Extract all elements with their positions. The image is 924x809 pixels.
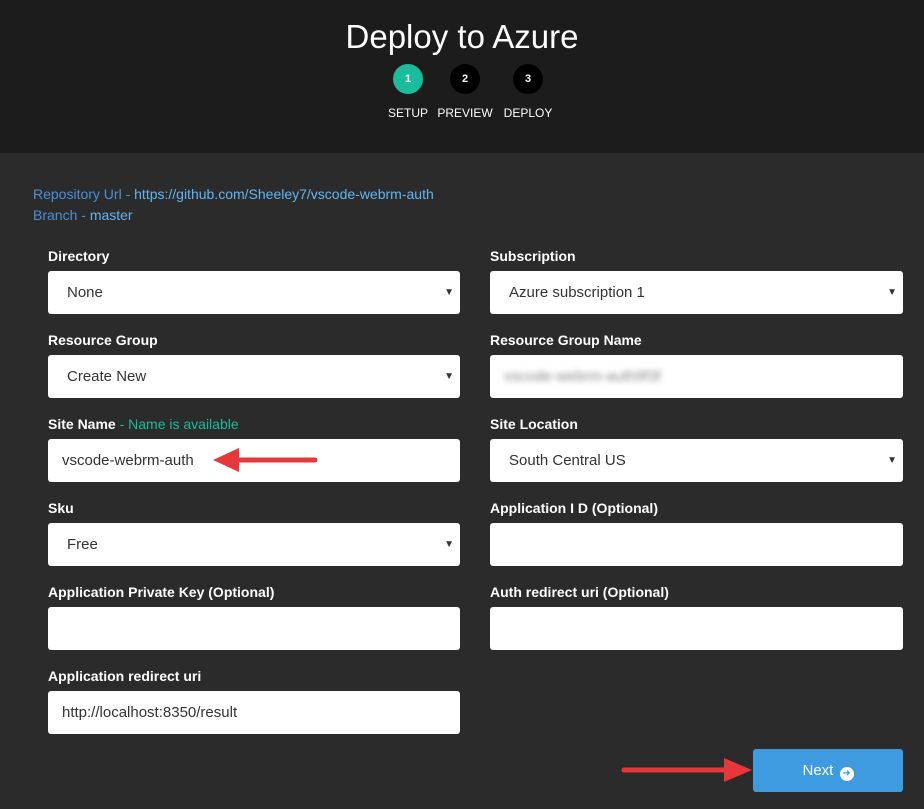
subscription-select[interactable]: Azure subscription 1 ▼ [490, 271, 903, 314]
resource-group-select[interactable]: Create New ▼ [48, 355, 460, 398]
site-name-value: vscode-webrm-auth [62, 452, 194, 469]
page-title: Deploy to Azure [345, 18, 579, 55]
step-number: 3 [513, 64, 543, 94]
resource-group-label: Resource Group [48, 332, 158, 348]
step-label: DEPLOY [503, 106, 553, 120]
branch-value: master [89, 207, 133, 223]
sku-select[interactable]: Free ▼ [48, 523, 460, 566]
caret-down-icon: ▼ [444, 371, 454, 382]
repository-url: Repository Url - https://github.com/Shee… [33, 186, 434, 202]
red-arrow-annotation [213, 448, 318, 472]
next-button[interactable]: Next ➜ [753, 749, 903, 792]
site-location-select[interactable]: South Central US ▼ [490, 439, 903, 482]
sku-value: Free [67, 536, 98, 553]
directory-label: Directory [48, 248, 110, 264]
site-location-value: South Central US [509, 452, 626, 469]
site-name-label-text: Site Name [48, 416, 116, 432]
auth-redirect-uri-input[interactable] [490, 607, 903, 650]
caret-down-icon: ▼ [444, 539, 454, 550]
application-id-input[interactable] [490, 523, 903, 566]
step-label: SETUP [387, 106, 428, 120]
step-deploy[interactable]: 3 DEPLOY [498, 64, 558, 120]
header: Deploy to Azure 1 SETUP 2 PREVIEW 3 DEPL… [0, 0, 924, 153]
resource-group-name-input[interactable]: vscode-webrm-auth9f3f [490, 355, 903, 398]
step-number: 1 [393, 64, 423, 94]
branch: Branch - master [33, 207, 133, 223]
step-number: 2 [450, 64, 480, 94]
subscription-value: Azure subscription 1 [509, 284, 645, 301]
application-redirect-uri-label: Application redirect uri [48, 668, 202, 684]
step-setup[interactable]: 1 SETUP [378, 64, 438, 120]
site-name-label: Site Name - Name is available [48, 416, 239, 432]
arrow-circle-right-icon: ➜ [839, 767, 854, 781]
resource-group-name-label: Resource Group Name [490, 332, 642, 348]
caret-down-icon: ▼ [887, 287, 897, 298]
directory-value: None [67, 284, 103, 301]
red-arrow-annotation [621, 758, 752, 782]
application-private-key-label: Application Private Key (Optional) [48, 584, 275, 600]
step-label: PREVIEW [437, 106, 493, 120]
sku-label: Sku [48, 500, 74, 516]
application-redirect-uri-value: http://localhost:8350/result [62, 704, 238, 721]
application-private-key-input[interactable] [48, 607, 460, 650]
resource-group-name-value: vscode-webrm-auth9f3f [504, 368, 661, 385]
site-name-availability: - Name is available [115, 416, 239, 432]
next-button-label: Next [802, 762, 834, 779]
application-id-label: Application I D (Optional) [490, 500, 658, 516]
application-redirect-uri-input[interactable]: http://localhost:8350/result [48, 691, 460, 734]
auth-redirect-uri-label: Auth redirect uri (Optional) [490, 584, 669, 600]
site-location-label: Site Location [490, 416, 578, 432]
caret-down-icon: ▼ [444, 287, 454, 298]
repository-url-label: Repository Url - [33, 186, 135, 202]
resource-group-value: Create New [67, 368, 147, 385]
caret-down-icon: ▼ [887, 455, 897, 466]
directory-select[interactable]: None ▼ [48, 271, 460, 314]
subscription-label: Subscription [490, 248, 576, 264]
repository-url-link[interactable]: https://github.com/Sheeley7/vscode-webrm… [134, 186, 434, 202]
step-preview[interactable]: 2 PREVIEW [435, 64, 495, 120]
branch-label: Branch - [33, 207, 90, 223]
